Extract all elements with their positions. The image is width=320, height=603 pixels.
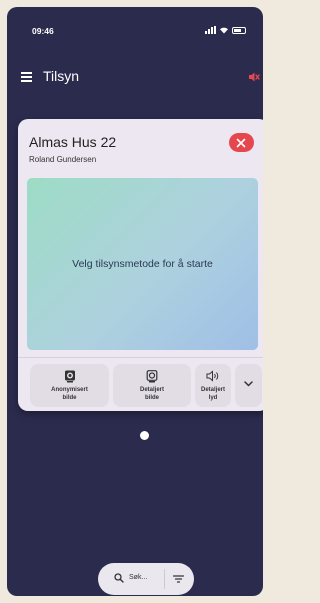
detailed-camera-icon (146, 370, 158, 383)
speaker-sound-icon (206, 370, 219, 382)
search-bar[interactable]: Søk... (98, 563, 194, 595)
method-label: Detaljert lyd (200, 387, 225, 401)
close-icon (236, 138, 246, 147)
search-icon (114, 573, 124, 583)
card-title: Almas Hus 22 (29, 134, 117, 150)
app-bar: Tilsyn (7, 59, 263, 89)
anonymized-image-button[interactable]: Anonymisert bilde (30, 364, 109, 407)
detailed-image-button[interactable]: Detaljert bilde (113, 364, 191, 407)
card-divider (18, 357, 263, 358)
signal-icon (205, 26, 216, 34)
status-time: 09:46 (32, 26, 54, 36)
close-button[interactable] (229, 133, 254, 152)
card-subtitle: Roland Gundersen (29, 155, 97, 164)
status-icons (205, 25, 246, 35)
method-label: Anonymisert bilde (51, 387, 88, 401)
method-selector: Anonymisert bilde Detaljert bilde Detalj… (30, 364, 262, 407)
battery-icon (232, 26, 246, 34)
phone-screen: 09:46 Tilsyn Almas Hus 22 Roland Gunders… (7, 7, 263, 596)
app-title: Tilsyn (43, 68, 80, 84)
detailed-sound-button[interactable]: Detaljert lyd (195, 364, 231, 407)
status-bar: 09:46 (7, 7, 263, 49)
method-label: Detaljert bilde (139, 387, 164, 401)
anonymized-camera-icon (64, 370, 75, 383)
wifi-icon (220, 27, 228, 34)
inspection-card: Almas Hus 22 Roland Gundersen Velg tilsy… (18, 119, 263, 411)
page-indicator-dot (140, 431, 149, 440)
search-divider (164, 569, 165, 589)
volume-muted-icon[interactable] (248, 71, 260, 83)
search-placeholder: Søk... (129, 574, 148, 581)
filter-icon[interactable] (173, 575, 184, 583)
camera-preview-area: Velg tilsynsmetode for å starte (27, 178, 258, 350)
more-methods-button[interactable] (235, 364, 262, 407)
chevron-down-icon (244, 381, 253, 387)
preview-prompt-text: Velg tilsynsmetode for å starte (72, 258, 213, 270)
hamburger-menu-icon[interactable] (21, 72, 32, 82)
